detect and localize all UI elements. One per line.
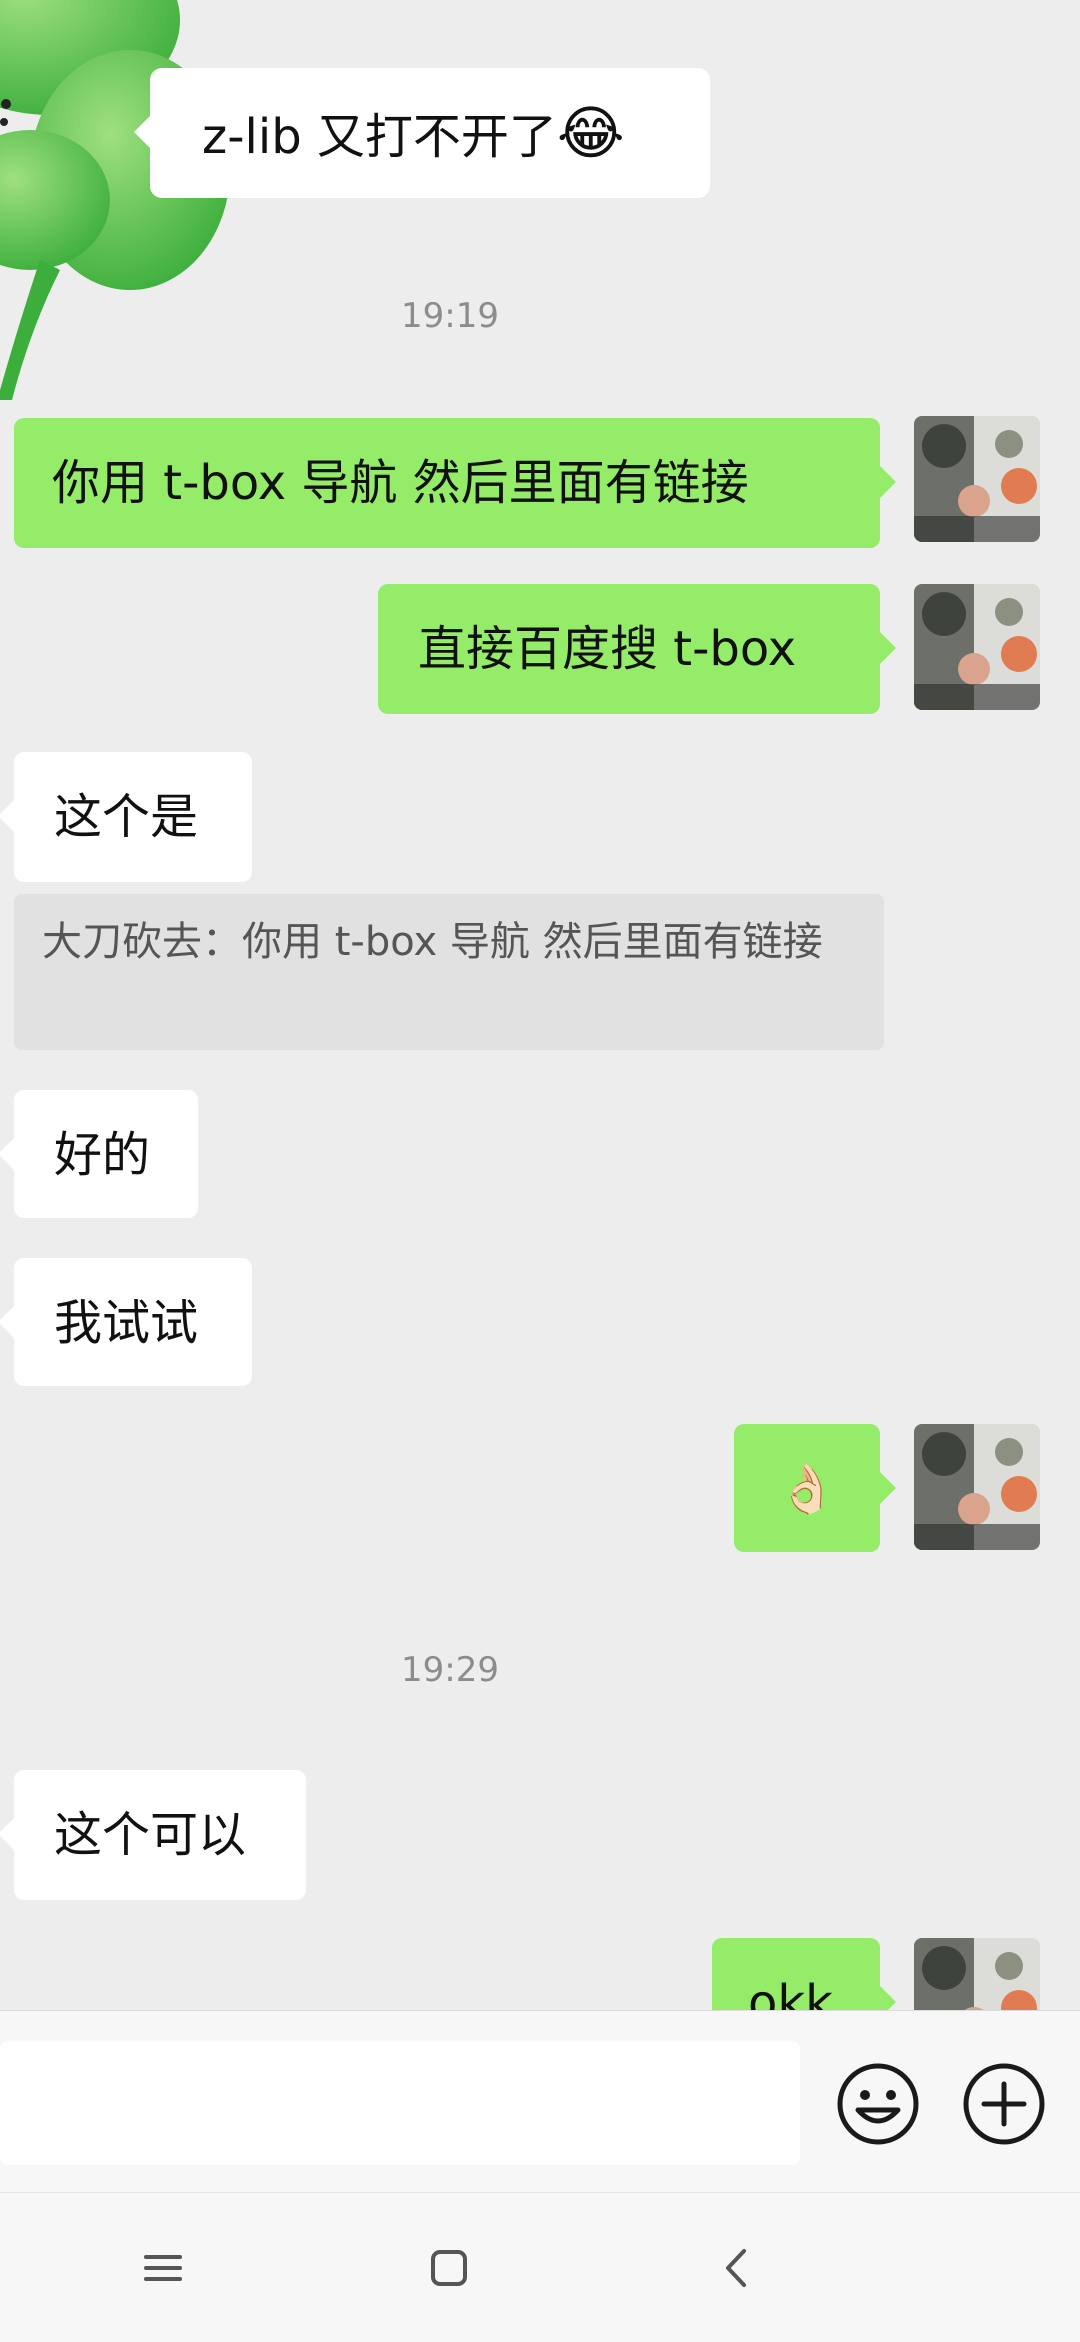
message-bubble-incoming[interactable]: 我试试 [0,1258,252,1386]
message-bubble-outgoing[interactable]: 👌🏻 [734,1424,896,1552]
quoted-message-text: 大刀砍去：你用 t-box 导航 然后里面有链接 [42,919,823,965]
message-bubble-outgoing[interactable]: 你用 t-box 导航 然后里面有链接 [14,418,896,548]
message-text: 我试试 [54,1295,199,1351]
chat-area[interactable]: z-lib 又打不开了😂 19:19 你用 t-box 导航 然后里面有链接 直… [0,0,1080,2010]
menu-lines-icon[interactable] [128,2233,198,2303]
timestamp: 19:19 [401,296,499,336]
smiley-icon[interactable] [836,2062,920,2146]
message-text: 这个是 [54,789,199,845]
timestamp: 19:29 [401,1650,499,1690]
message-text: 直接百度搜 t-box [418,621,797,677]
avatar[interactable] [914,1938,1040,2010]
message-bubble-incoming[interactable]: z-lib 又打不开了😂 [134,68,710,198]
chevron-left-icon[interactable] [702,2233,772,2303]
navigation-bar [0,2192,1080,2342]
avatar[interactable] [914,416,1040,542]
message-bubble-incoming[interactable]: 这个可以 [0,1770,306,1900]
ok-hand-emoji-icon: 👌🏻 [777,1461,837,1517]
message-bubble-outgoing[interactable]: okk [712,1938,896,2010]
message-input[interactable] [0,2041,800,2165]
message-bubble-incoming[interactable]: 这个是 [0,752,252,882]
flower-painting-icon [914,1938,1040,2010]
clover-sticker [0,0,230,400]
message-text: 这个可以 [54,1807,247,1863]
message-text: okk [748,1975,833,2010]
square-home-icon[interactable] [414,2233,484,2303]
plus-circle-icon[interactable] [962,2062,1046,2146]
avatar[interactable] [914,584,1040,710]
message-bubble-outgoing[interactable]: 直接百度搜 t-box [378,584,896,714]
avatar[interactable] [914,1424,1040,1550]
flower-painting-icon [914,1424,1040,1550]
message-text: 好的 [54,1127,151,1183]
quoted-message[interactable]: 大刀砍去：你用 t-box 导航 然后里面有链接 [14,894,884,1050]
message-text: z-lib 又打不开了 [202,109,557,165]
message-bubble-incoming[interactable]: 好的 [0,1090,198,1218]
flower-painting-icon [914,416,1040,542]
flower-painting-icon [914,584,1040,710]
laughing-emoji-icon: 😂 [556,99,625,167]
message-text: 你用 t-box 导航 然后里面有链接 [52,455,749,511]
